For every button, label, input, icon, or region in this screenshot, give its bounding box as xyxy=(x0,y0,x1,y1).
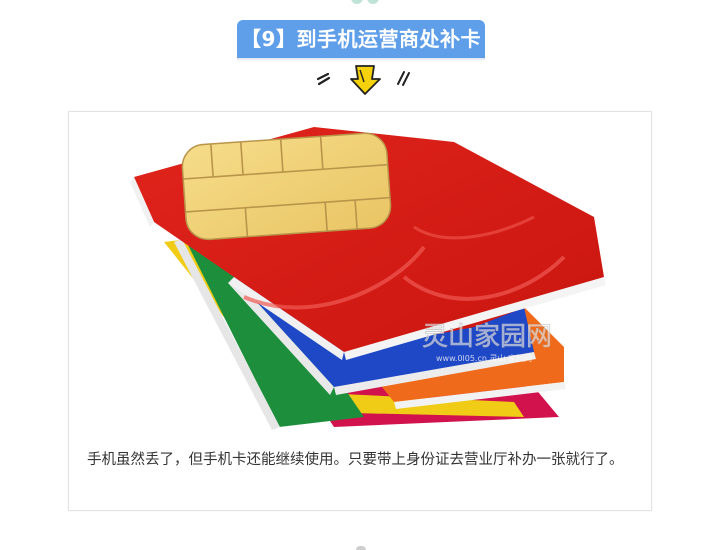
sim-cards-photo: 灵山家园网 www.0l05.cn 灵山 家园网 xyxy=(130,127,606,430)
watermark-main: 灵山家园网 xyxy=(422,322,552,352)
leaf-ornament-icon xyxy=(351,0,379,4)
arrow-decoration xyxy=(316,65,410,95)
caption-text: 手机虽然丢了，但手机卡还能继续使用。只要带上身份证去营业厅补办一张就行了。 xyxy=(87,452,624,468)
section-heading: 【9】到手机运营商处补卡 xyxy=(237,20,485,62)
section-heading-text: 【9】到手机运营商处补卡 xyxy=(241,27,481,51)
double-slash-icon xyxy=(316,72,331,86)
bottom-ornament xyxy=(356,546,366,550)
yellow-down-arrow-icon xyxy=(350,65,381,95)
content-card: 灵山家园网 www.0l05.cn 灵山 家园网 手机虽然丢了，但手机卡还能继续… xyxy=(68,111,652,511)
watermark-url: www.0l05.cn 灵山 家园网 xyxy=(436,353,532,363)
sim-chip xyxy=(181,132,392,241)
double-slash-icon xyxy=(397,71,410,86)
